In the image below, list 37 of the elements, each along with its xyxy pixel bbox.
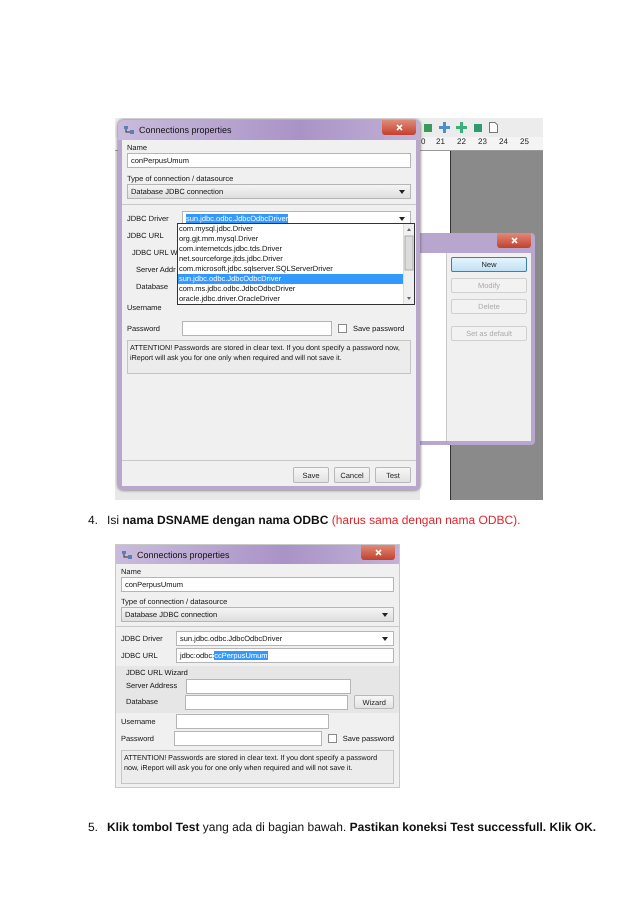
close-icon <box>510 237 518 244</box>
close-icon <box>396 124 402 131</box>
app-icon <box>124 125 135 135</box>
ruler-number: 22 <box>457 137 467 148</box>
scrollbar[interactable] <box>403 224 414 304</box>
ruler-number: 24 <box>499 137 509 148</box>
checkbox[interactable] <box>338 324 347 333</box>
step-number: 5. <box>88 820 100 835</box>
close-button[interactable] <box>361 545 395 560</box>
caret-icon <box>382 636 388 640</box>
square-icon[interactable] <box>423 122 433 132</box>
server-address-field[interactable] <box>186 678 351 694</box>
cross-arrows-icon[interactable] <box>439 122 450 133</box>
window-title: Connections properties <box>137 550 231 560</box>
ruler-number: 23 <box>478 137 488 148</box>
password-field[interactable] <box>182 321 332 336</box>
username-field[interactable] <box>176 714 329 729</box>
close-icon <box>374 549 382 556</box>
close-button[interactable] <box>382 120 416 135</box>
window-title: Connections properties <box>139 125 233 135</box>
caret-icon <box>382 612 388 616</box>
step-number: 4. <box>88 513 100 528</box>
square-icon[interactable] <box>473 122 483 132</box>
page-icon[interactable] <box>489 122 498 133</box>
ruler-number: 0 <box>421 137 426 148</box>
password-field[interactable] <box>174 731 322 746</box>
caret-icon <box>399 216 405 220</box>
instruction-text: Klik tombol Test yang ada di bagian bawah. Pastikan koneksi Test successfull. Klik OK. <box>107 820 596 835</box>
instruction-text: Isi nama DSNAME dengan nama ODBC (harus sama dengan nama ODBC). <box>107 513 520 528</box>
close-button[interactable] <box>497 233 531 248</box>
ruler-number: 21 <box>436 137 446 148</box>
checkbox[interactable] <box>328 734 337 743</box>
caret-icon <box>399 190 405 194</box>
ruler-number: 25 <box>520 137 530 148</box>
cross-arrows-icon[interactable] <box>456 122 467 133</box>
app-icon <box>122 550 133 560</box>
database-field[interactable] <box>185 694 348 710</box>
